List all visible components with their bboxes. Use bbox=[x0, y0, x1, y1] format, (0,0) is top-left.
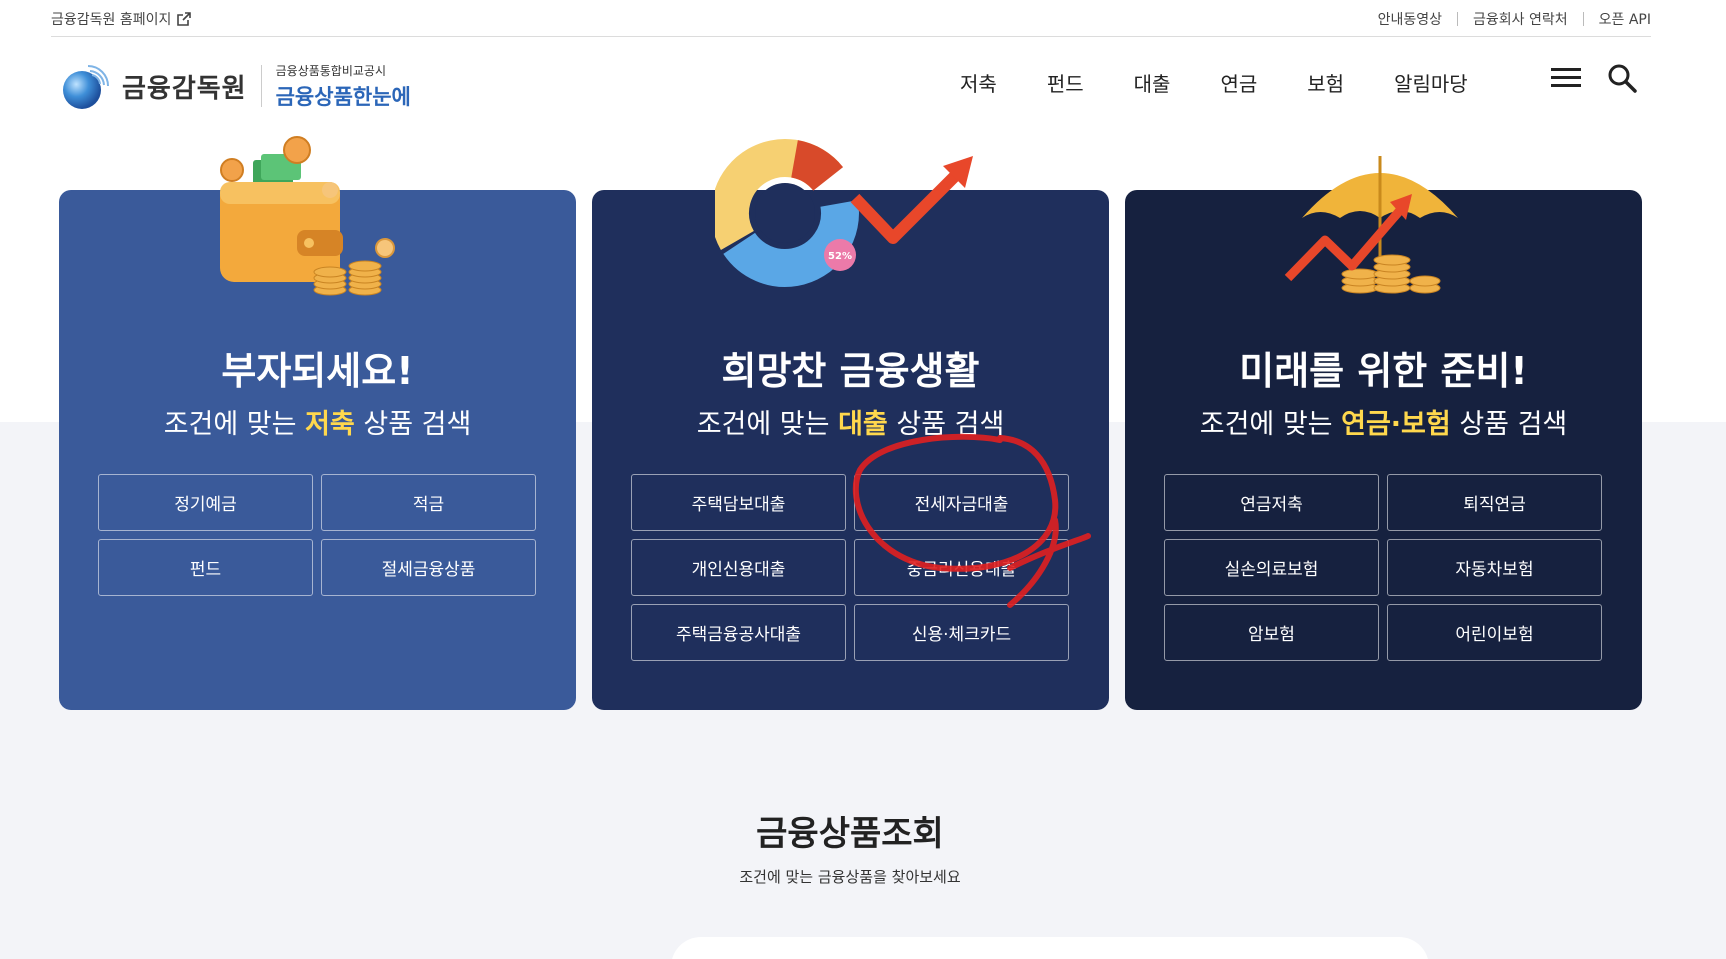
btn-mortgage-loan[interactable]: 주택담보대출 bbox=[631, 474, 846, 531]
btn-pension-savings[interactable]: 연금저축 bbox=[1164, 474, 1379, 531]
main-nav: 저축 펀드 대출 연금 보험 알림마당 bbox=[960, 68, 1468, 97]
logo-fss-name: 금융감독원 bbox=[122, 73, 247, 104]
pension-card-subtitle: 조건에 맞는 연금·보험 상품 검색 bbox=[1199, 409, 1568, 440]
btn-fund[interactable]: 펀드 bbox=[98, 539, 313, 596]
btn-retirement-pension[interactable]: 퇴직연금 bbox=[1387, 474, 1602, 531]
btn-mid-rate-credit-loan[interactable]: 중금리신용대출 bbox=[854, 539, 1069, 596]
btn-personal-credit-loan[interactable]: 개인신용대출 bbox=[631, 539, 846, 596]
logo-service-name: 금융상품통합비교공시 금융상품한눈에 bbox=[276, 62, 411, 111]
pension-buttons: 연금저축 퇴직연금 실손의료보험 자동차보험 암보험 어린이보험 bbox=[1164, 474, 1604, 661]
loan-card-title: 희망찬 금융생활 bbox=[721, 349, 980, 393]
divider bbox=[1457, 12, 1459, 26]
savings-buttons: 정기예금 적금 펀드 절세금융상품 bbox=[98, 474, 538, 596]
loan-buttons: 주택담보대출 전세자금대출 개인신용대출 중금리신용대출 주택금융공사대출 신용… bbox=[631, 474, 1071, 661]
savings-card-subtitle: 조건에 맞는 저축 상품 검색 bbox=[163, 409, 472, 440]
open-api-link[interactable]: 오픈 API bbox=[1599, 9, 1651, 29]
wallet-coins-icon bbox=[205, 130, 405, 309]
product-search-panel bbox=[671, 937, 1429, 959]
nav-fund[interactable]: 펀드 bbox=[1047, 68, 1084, 97]
hamburger-menu-icon[interactable] bbox=[1551, 68, 1581, 90]
utility-links: 안내동영상 금융회사 연락처 오픈 API bbox=[1378, 9, 1651, 29]
btn-hf-loan[interactable]: 주택금융공사대출 bbox=[631, 604, 846, 661]
product-lookup-subtitle: 조건에 맞는 금융상품을 찾아보세요 bbox=[739, 868, 961, 886]
btn-cancer-insurance[interactable]: 암보험 bbox=[1164, 604, 1379, 661]
nav-insurance[interactable]: 보험 bbox=[1307, 68, 1344, 97]
utility-bar: 금융감독원 홈페이지 안내동영상 금융회사 연락처 오픈 API bbox=[51, 0, 1651, 37]
savings-card-title: 부자되세요! bbox=[221, 349, 414, 393]
guide-video-link[interactable]: 안내동영상 bbox=[1378, 9, 1442, 29]
nav-loan[interactable]: 대출 bbox=[1134, 68, 1171, 97]
btn-installment-savings[interactable]: 적금 bbox=[321, 474, 536, 531]
fss-home-link[interactable]: 금융감독원 홈페이지 bbox=[51, 9, 192, 29]
nav-pension[interactable]: 연금 bbox=[1220, 68, 1257, 97]
umbrella-coins-icon bbox=[1280, 148, 1480, 307]
donut-chart-arrow-icon: 52% bbox=[711, 138, 985, 292]
btn-child-insurance[interactable]: 어린이보험 bbox=[1387, 604, 1602, 661]
nav-savings[interactable]: 저축 bbox=[960, 68, 997, 97]
btn-jeonse-loan[interactable]: 전세자금대출 bbox=[854, 474, 1069, 531]
company-contact-link[interactable]: 금융회사 연락처 bbox=[1473, 9, 1568, 29]
pension-card-title: 미래를 위한 준비! bbox=[1239, 349, 1528, 393]
divider bbox=[1582, 12, 1584, 26]
btn-tax-saving-product[interactable]: 절세금융상품 bbox=[321, 539, 536, 596]
search-icon[interactable] bbox=[1607, 63, 1637, 93]
nav-notice[interactable]: 알림마당 bbox=[1394, 68, 1468, 97]
product-lookup-title: 금융상품조회 bbox=[756, 814, 944, 854]
btn-fixed-deposit[interactable]: 정기예금 bbox=[98, 474, 313, 531]
external-link-icon bbox=[177, 12, 192, 26]
donut-percent-label: 52% bbox=[828, 251, 852, 262]
logo-service-desc: 금융상품통합비교공시 bbox=[275, 63, 387, 78]
btn-credit-check-card[interactable]: 신용·체크카드 bbox=[854, 604, 1069, 661]
logo-service-title: 금융상품한눈에 bbox=[275, 84, 411, 109]
loan-card-subtitle: 조건에 맞는 대출 상품 검색 bbox=[696, 409, 1005, 440]
fss-home-link-label: 금융감독원 홈페이지 bbox=[51, 12, 172, 28]
site-logo[interactable]: 금융감독원 금융상품통합비교공시 금융상품한눈에 bbox=[60, 60, 411, 112]
fss-emblem-icon bbox=[60, 60, 112, 112]
logo-divider bbox=[260, 65, 262, 107]
btn-medical-insurance[interactable]: 실손의료보험 bbox=[1164, 539, 1379, 596]
btn-auto-insurance[interactable]: 자동차보험 bbox=[1387, 539, 1602, 596]
